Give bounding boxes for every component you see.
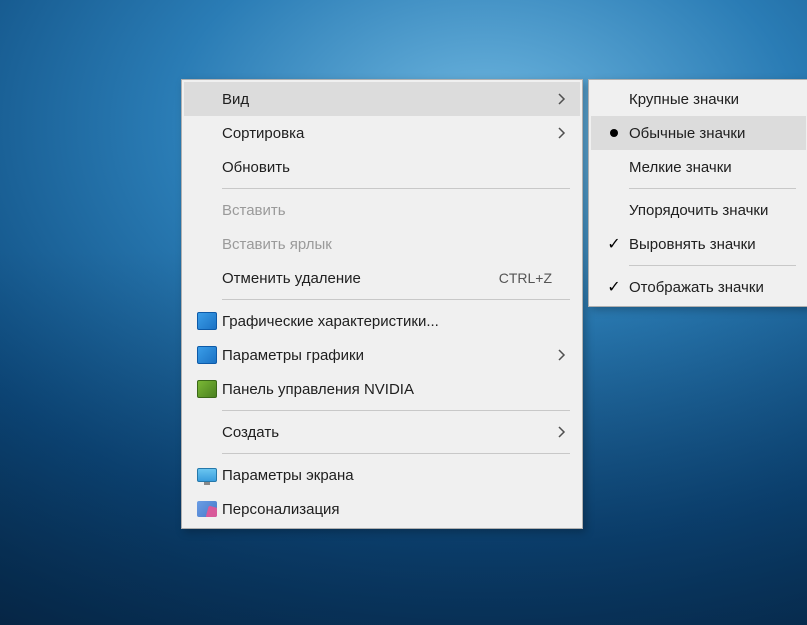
check-icon: ✓ bbox=[601, 233, 627, 255]
keyboard-shortcut: CTRL+Z bbox=[499, 270, 572, 286]
submenu-item-arrange-icons[interactable]: Упорядочить значки bbox=[591, 193, 806, 227]
menu-separator bbox=[222, 410, 570, 411]
chevron-right-icon bbox=[552, 349, 572, 361]
menu-item-nvidia-panel[interactable]: Панель управления NVIDIA bbox=[184, 372, 580, 406]
menu-item-undo-delete[interactable]: Отменить удаление CTRL+Z bbox=[184, 261, 580, 295]
menu-item-paste: Вставить bbox=[184, 193, 580, 227]
menu-label: Обновить bbox=[220, 159, 572, 176]
submenu-item-large-icons[interactable]: Крупные значки bbox=[591, 82, 806, 116]
submenu-item-small-icons[interactable]: Мелкие значки bbox=[591, 150, 806, 184]
menu-label: Вид bbox=[220, 91, 552, 108]
empty-icon-slot bbox=[601, 156, 627, 178]
empty-icon-slot bbox=[601, 88, 627, 110]
menu-label: Сортировка bbox=[220, 125, 552, 142]
menu-label: Параметры экрана bbox=[220, 467, 572, 484]
empty-icon-slot bbox=[194, 88, 220, 110]
menu-separator bbox=[222, 299, 570, 300]
submenu-item-align-icons[interactable]: ✓ Выровнять значки bbox=[591, 227, 806, 261]
menu-item-display-settings[interactable]: Параметры экрана bbox=[184, 458, 580, 492]
menu-item-graphics-params[interactable]: Параметры графики bbox=[184, 338, 580, 372]
menu-item-sort[interactable]: Сортировка bbox=[184, 116, 580, 150]
menu-item-refresh[interactable]: Обновить bbox=[184, 150, 580, 184]
check-icon: ✓ bbox=[601, 276, 627, 298]
intel-graphics-icon bbox=[194, 310, 220, 332]
menu-label: Упорядочить значки bbox=[627, 202, 798, 219]
empty-icon-slot bbox=[194, 199, 220, 221]
menu-label: Графические характеристики... bbox=[220, 313, 572, 330]
chevron-right-icon bbox=[552, 127, 572, 139]
menu-item-paste-shortcut: Вставить ярлык bbox=[184, 227, 580, 261]
empty-icon-slot bbox=[194, 233, 220, 255]
menu-label: Вставить ярлык bbox=[220, 236, 572, 253]
monitor-icon bbox=[194, 464, 220, 486]
desktop-context-menu: Вид Сортировка Обновить Вставить Вставит… bbox=[181, 79, 583, 529]
empty-icon-slot bbox=[194, 122, 220, 144]
chevron-right-icon bbox=[552, 93, 572, 105]
menu-item-new[interactable]: Создать bbox=[184, 415, 580, 449]
empty-icon-slot bbox=[194, 421, 220, 443]
menu-separator bbox=[222, 453, 570, 454]
menu-separator bbox=[629, 265, 796, 266]
menu-label: Панель управления NVIDIA bbox=[220, 381, 572, 398]
menu-label: Персонализация bbox=[220, 501, 572, 518]
menu-separator bbox=[222, 188, 570, 189]
chevron-right-icon bbox=[552, 426, 572, 438]
empty-icon-slot bbox=[601, 199, 627, 221]
submenu-item-show-icons[interactable]: ✓ Отображать значки bbox=[591, 270, 806, 304]
menu-item-graphics-props[interactable]: Графические характеристики... bbox=[184, 304, 580, 338]
menu-label: Вставить bbox=[220, 202, 572, 219]
menu-label: Крупные значки bbox=[627, 91, 798, 108]
view-submenu: Крупные значки Обычные значки Мелкие зна… bbox=[588, 79, 807, 307]
menu-label: Выровнять значки bbox=[627, 236, 798, 253]
submenu-item-medium-icons[interactable]: Обычные значки bbox=[591, 116, 806, 150]
menu-item-personalize[interactable]: Персонализация bbox=[184, 492, 580, 526]
menu-item-view[interactable]: Вид bbox=[184, 82, 580, 116]
menu-label: Мелкие значки bbox=[627, 159, 798, 176]
personalize-icon bbox=[194, 498, 220, 520]
menu-separator bbox=[629, 188, 796, 189]
intel-graphics-icon bbox=[194, 344, 220, 366]
empty-icon-slot bbox=[194, 267, 220, 289]
menu-label: Параметры графики bbox=[220, 347, 552, 364]
menu-label: Создать bbox=[220, 424, 552, 441]
radio-selected-icon bbox=[601, 122, 627, 144]
menu-label: Отменить удаление bbox=[220, 270, 499, 287]
menu-label: Отображать значки bbox=[627, 279, 798, 296]
menu-label: Обычные значки bbox=[627, 125, 798, 142]
empty-icon-slot bbox=[194, 156, 220, 178]
nvidia-icon bbox=[194, 378, 220, 400]
